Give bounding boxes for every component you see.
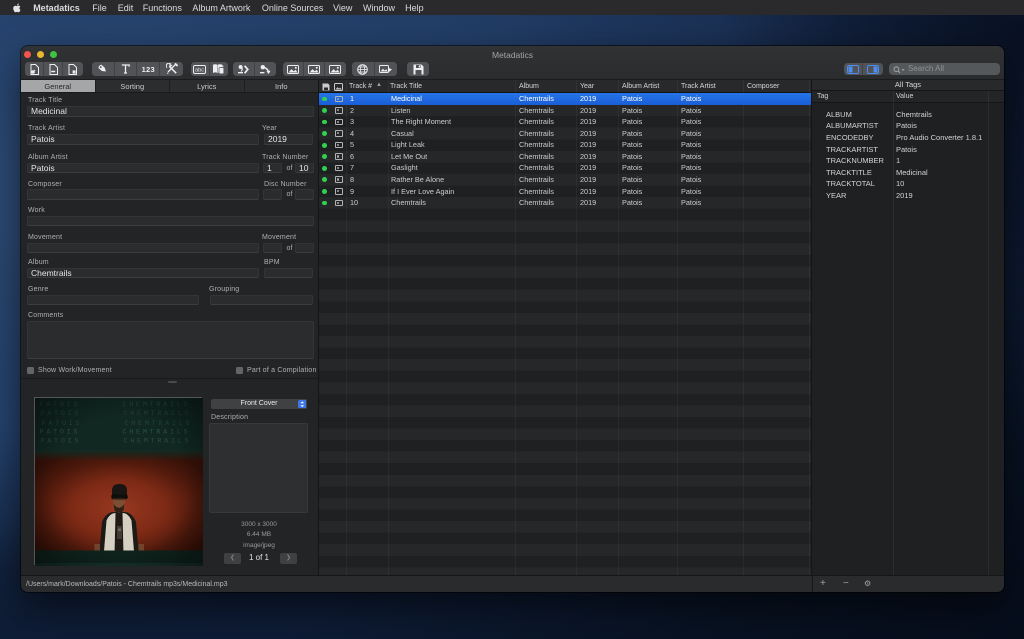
svg-text:abc: abc <box>195 67 204 73</box>
